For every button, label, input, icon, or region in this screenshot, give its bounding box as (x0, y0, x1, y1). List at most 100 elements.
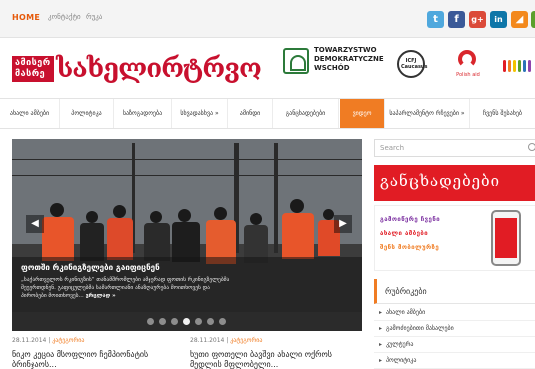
slide-image-person-head (214, 207, 227, 220)
article-date: 28.11.2014 | კატეგორია (190, 337, 262, 344)
rubric-item[interactable]: ▸ პოლიტიკა (374, 353, 535, 369)
nav-item-parliament[interactable]: საპარლამენტო რჩევები » (385, 99, 470, 128)
article-title[interactable]: ნიკო კეცია მსოფლიო ჩემპიონატის ბრინჯაოს.… (12, 350, 182, 369)
banner-line: შენს მობილურზე (380, 244, 440, 251)
slider-next-arrow-icon[interactable]: ▶ (334, 215, 352, 233)
slider-dot-active[interactable] (183, 318, 190, 325)
featured-slider[interactable]: ◀ ▶ ფოთში რკინიგზელები გაიფიცნენ „საქართ… (12, 139, 362, 331)
tree-icon (283, 48, 309, 74)
slide-title[interactable]: ფოთში რკინიგზელები გაიფიცნენ (21, 263, 160, 272)
slider-dot[interactable] (147, 318, 154, 325)
slide-image-wire (12, 159, 362, 160)
announcements-banner[interactable]: განცხადებები (374, 165, 535, 201)
rubric-item-label: პოლიტიკა (386, 357, 417, 364)
site-header: ამისერ მასრე სახელირტრვო TOWARZYSTWO DEM… (0, 38, 535, 98)
slide-image-person-head (250, 213, 262, 225)
partner-logo-stripe (508, 60, 511, 72)
slider-pagination (12, 312, 362, 331)
partner-logo-icfj-text: ICFJ Caucasus (401, 58, 428, 70)
linkedin-icon[interactable]: in (490, 11, 507, 28)
slide-image-person-vest (282, 213, 314, 259)
slider-prev-arrow-icon[interactable]: ◀ (26, 215, 44, 233)
slide-image-person-body (80, 223, 104, 261)
slider-dot[interactable] (171, 318, 178, 325)
rubric-item[interactable]: ▸ ახალი ამბები (374, 305, 535, 321)
partner-logo-text: TOWARZYSTWO DEMOKRATYCZNE WSCHÓD (314, 46, 384, 72)
contact-link[interactable]: კონტაქტი (48, 13, 81, 21)
logo-badge-line1: ამისერ (15, 58, 51, 68)
slide-image-person-head (178, 209, 191, 222)
partner-logo-eastern-democratic[interactable]: TOWARZYSTWO DEMOKRATYCZNE WSCHÓD (283, 46, 384, 86)
chevron-right-icon: ▸ (379, 357, 383, 364)
announcements-banner-text: განცხადებები (380, 172, 501, 190)
slide-image-person-body (144, 223, 170, 261)
article-date-value: 28.11.2014 (12, 337, 47, 344)
slide-image-person-head (290, 199, 304, 213)
search-placeholder: Search (380, 144, 405, 152)
partner-logo-stripe (518, 60, 521, 72)
logo-wordmark: სახელირტრვო (56, 54, 262, 84)
site-logo[interactable]: ამისერ მასრე სახელირტრვო (12, 52, 262, 86)
rss-icon[interactable]: ◢ (511, 11, 528, 28)
partner-logo-stripe (503, 60, 506, 72)
nav-item-news[interactable]: ახალი ამბები (0, 99, 60, 128)
phone-screen (495, 218, 517, 258)
nav-item-misc[interactable]: სხვადასხვა » (172, 99, 228, 128)
polish-aid-icon (458, 50, 476, 68)
slide-image-wire (12, 175, 362, 176)
chevron-right-icon: ▸ (379, 309, 383, 316)
slide-image-person-head (323, 209, 334, 220)
slide-image-person-head (150, 211, 162, 223)
search-input[interactable]: Search (374, 139, 535, 157)
partner-logo-polish-aid-text: Polish aid (456, 72, 480, 78)
slide-excerpt: „საქართველოს რკინიგზის“ თანამშრომლები ამ… (21, 276, 356, 300)
slide-excerpt-line: შეუერთდნენ. გაფიცულებმა სამართლიანი ანაზ… (21, 285, 210, 291)
nav-item-politics[interactable]: პოლიტიკა (60, 99, 114, 128)
main-nav: ახალი ამბები პოლიტიკა საზოგადოება სხვადა… (0, 98, 535, 129)
slide-image-person-body (172, 222, 200, 262)
facebook-icon[interactable]: f (448, 11, 465, 28)
partner-logo-stripe (528, 60, 531, 72)
twitter-icon[interactable]: t (427, 11, 444, 28)
social-more-icon[interactable] (531, 11, 535, 28)
rubric-item[interactable]: ▸ გამოძიებითი მასალები (374, 321, 535, 337)
article-category[interactable]: კატეგორია (52, 337, 84, 344)
mobile-subscribe-banner[interactable]: გამოიწერე ჩვენი ახალი ამბები შენს მობილუ… (374, 205, 535, 271)
nav-item-video[interactable]: ვიდეო (340, 99, 385, 128)
slide-image-person-head (113, 205, 126, 218)
map-link[interactable]: რუკა (86, 13, 102, 21)
googleplus-icon[interactable]: g+ (469, 11, 486, 28)
partner-logo-icfj[interactable]: ICFJ Caucasus (397, 50, 428, 78)
read-more-link[interactable]: ვრცლად » (86, 293, 116, 299)
logo-badge: ამისერ მასრე (12, 56, 54, 82)
phone-icon (491, 210, 521, 266)
article-date-value: 28.11.2014 (190, 337, 225, 344)
search-icon[interactable] (528, 143, 535, 151)
banner-line: ახალი ამბები (380, 230, 429, 237)
nav-item-society[interactable]: საზოგადოება (114, 99, 172, 128)
slider-dot[interactable] (195, 318, 202, 325)
rubric-item-label: კულტურა (386, 341, 414, 348)
rubric-item[interactable]: ▸ კულტურა (374, 337, 535, 353)
top-bar: HOME კონტაქტი რუკა t f g+ in ◢ (0, 0, 535, 38)
slide-excerpt-line: „საქართველოს რკინიგზის“ თანამშრომლები ამ… (21, 277, 230, 283)
slider-dot[interactable] (159, 318, 166, 325)
slide-image-person-vest (42, 217, 74, 261)
nav-item-about[interactable]: ჩვენს შესახებ (470, 99, 535, 128)
nav-item-announcements[interactable]: განცხადებები (273, 99, 339, 128)
banner-line: გამოიწერე ჩვენი (380, 216, 441, 223)
rubric-item-label: გამოძიებითი მასალები (386, 325, 454, 332)
slide-image-person-vest (107, 218, 133, 260)
partner-logo-polish-aid[interactable]: Polish aid (448, 48, 488, 84)
slide-image-person-head (50, 203, 64, 217)
rubric-item-label: ახალი ამბები (386, 309, 426, 316)
nav-item-weather[interactable]: ამინდი (228, 99, 273, 128)
chevron-right-icon: ▸ (379, 341, 383, 348)
home-link[interactable]: HOME (12, 13, 40, 22)
slider-dot[interactable] (219, 318, 226, 325)
slider-dot[interactable] (207, 318, 214, 325)
partner-logo-stripe (523, 60, 526, 72)
article-category[interactable]: კატეგორია (230, 337, 262, 344)
article-title[interactable]: ხუთი ფოთელი ბავშვი ახალი ოქროს მედლის მფ… (190, 350, 360, 369)
partner-logo-colored[interactable] (503, 56, 535, 76)
